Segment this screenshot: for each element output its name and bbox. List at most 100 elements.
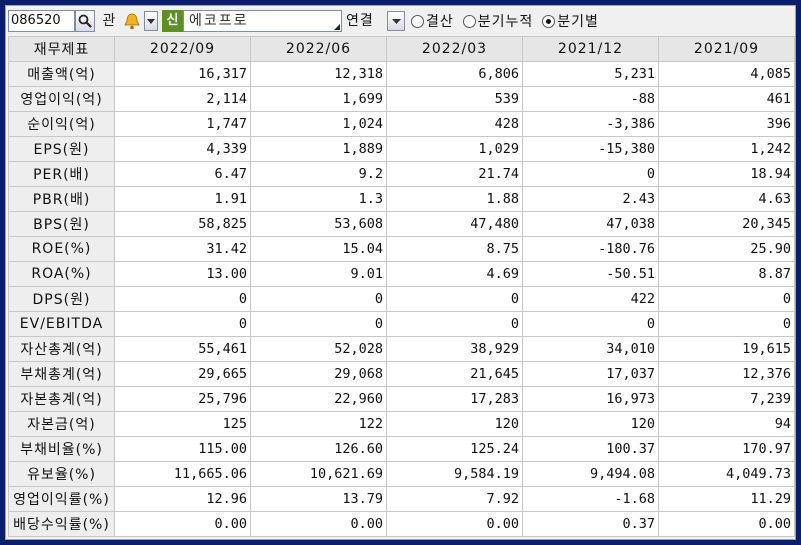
table-cell: 0.00 (250, 511, 387, 537)
table-cell: 0 (522, 161, 659, 187)
table-cell: 4.69 (386, 261, 523, 287)
row-label: DPS(원) (8, 286, 115, 312)
table-cell: 58,825 (114, 211, 251, 237)
row-label: 자본총계(억) (8, 386, 115, 412)
table-cell: 17,037 (522, 361, 659, 387)
table-cell: 0 (250, 286, 387, 312)
table-cell: 6.47 (114, 161, 251, 187)
financial-table: 재무제표 2022/09 2022/06 2022/03 2021/12 202… (8, 36, 795, 537)
consolidation-select[interactable]: 연결 (344, 10, 409, 32)
table-cell: 0.00 (658, 511, 795, 537)
column-header[interactable]: 2021/12 (522, 36, 659, 62)
column-header[interactable]: 2022/09 (114, 36, 251, 62)
table-cell: 9.01 (250, 261, 387, 287)
table-cell: -50.51 (522, 261, 659, 287)
table-row[interactable]: EPS(원) 4,339 1,889 1,029 -15,380 1,242 (8, 136, 795, 162)
table-cell: 1.3 (250, 186, 387, 212)
table-cell: 461 (658, 86, 795, 112)
resize-corner-icon (334, 24, 340, 30)
table-row[interactable]: BPS(원) 58,825 53,608 47,480 47,038 20,345 (8, 211, 795, 237)
table-row[interactable]: ROA(%) 13.00 9.01 4.69 -50.51 8.87 (8, 261, 795, 287)
table-header-row: 재무제표 2022/09 2022/06 2022/03 2021/12 202… (8, 36, 795, 62)
table-cell: 7,239 (658, 386, 795, 412)
table-cell: 10,621.69 (250, 461, 387, 487)
table-cell: 11.29 (658, 486, 795, 512)
table-cell: 1,889 (250, 136, 387, 162)
column-header[interactable]: 2021/09 (658, 36, 795, 62)
table-cell: 9,494.08 (522, 461, 659, 487)
table-row[interactable]: ROE(%) 31.42 15.04 8.75 -180.76 25.90 (8, 236, 795, 262)
radio-annual-label: 결산 (426, 14, 454, 30)
financial-summary-window: 086520 관 신 에코프로 연결 결산 분기누적 분기별 재무제표 2022… (5, 5, 796, 540)
table-row[interactable]: 순이익(억) 1,747 1,024 428 -3,386 396 (8, 111, 795, 137)
chevron-down-icon (391, 18, 401, 24)
table-cell: -15,380 (522, 136, 659, 162)
corner-header: 재무제표 (8, 36, 115, 62)
row-label: 순이익(억) (8, 111, 115, 137)
table-row[interactable]: 부채비율(%) 115.00 126.60 125.24 100.37 170.97 (8, 436, 795, 462)
table-row[interactable]: 부채총계(억) 29,665 29,068 21,645 17,037 12,376 (8, 361, 795, 387)
table-cell: 0 (386, 311, 523, 337)
row-label: 매출액(억) (8, 61, 115, 87)
table-cell: 125 (114, 411, 251, 437)
table-cell: 1,747 (114, 111, 251, 137)
row-label: EV/EBITDA (8, 311, 115, 337)
row-label: BPS(원) (8, 211, 115, 237)
row-label: 자산총계(억) (8, 336, 115, 362)
table-row[interactable]: 배당수익률(%) 0.00 0.00 0.00 0.37 0.00 (8, 511, 795, 537)
table-cell: 0 (114, 311, 251, 337)
table-cell: 34,010 (522, 336, 659, 362)
radio-quarterly[interactable]: 분기별 (542, 11, 599, 31)
table-cell: 16,317 (114, 61, 251, 87)
table-cell: 47,480 (386, 211, 523, 237)
table-cell: 1,024 (250, 111, 387, 137)
table-cell: 1,242 (658, 136, 795, 162)
column-header[interactable]: 2022/06 (250, 36, 387, 62)
table-cell: 8.87 (658, 261, 795, 287)
toolbar: 086520 관 신 에코프로 연결 결산 분기누적 분기별 (8, 8, 795, 35)
row-label: PBR(배) (8, 186, 115, 212)
table-cell: 53,608 (250, 211, 387, 237)
stock-code-input[interactable]: 086520 (8, 10, 75, 32)
column-header[interactable]: 2022/03 (386, 36, 523, 62)
table-row[interactable]: 영업이익(억) 2,114 1,699 539 -88 461 (8, 86, 795, 112)
table-cell: 12,318 (250, 61, 387, 87)
radio-annual[interactable]: 결산 (411, 11, 454, 31)
table-cell: 25.90 (658, 236, 795, 262)
table-row[interactable]: 자산총계(억) 55,461 52,028 38,929 34,010 19,615 (8, 336, 795, 362)
table-row[interactable]: EV/EBITDA 0 0 0 0 0 (8, 311, 795, 337)
table-cell: 29,665 (114, 361, 251, 387)
table-cell: 1.88 (386, 186, 523, 212)
row-label: 영업이익률(%) (8, 486, 115, 512)
table-cell: 125.24 (386, 436, 523, 462)
new-listing-badge: 신 (162, 10, 183, 32)
alert-dropdown-button[interactable] (144, 11, 158, 31)
table-cell: -88 (522, 86, 659, 112)
consolidation-dropdown-button[interactable] (387, 11, 405, 31)
alert-bell-button[interactable] (121, 11, 143, 31)
table-row[interactable]: PER(배) 6.47 9.2 21.74 0 18.94 (8, 161, 795, 187)
search-button[interactable] (75, 10, 95, 32)
table-row[interactable]: DPS(원) 0 0 0 422 0 (8, 286, 795, 312)
table-cell: -180.76 (522, 236, 659, 262)
radio-quarter-cumulative[interactable]: 분기누적 (462, 11, 534, 31)
table-cell: 120 (386, 411, 523, 437)
table-row[interactable]: 영업이익률(%) 12.96 13.79 7.92 -1.68 11.29 (8, 486, 795, 512)
table-row[interactable]: 자본금(억) 125 122 120 120 94 (8, 411, 795, 437)
table-cell: 122 (250, 411, 387, 437)
table-row[interactable]: 자본총계(억) 25,796 22,960 17,283 16,973 7,239 (8, 386, 795, 412)
company-name-text: 에코프로 (189, 13, 249, 29)
row-label: EPS(원) (8, 136, 115, 162)
table-row[interactable]: PBR(배) 1.91 1.3 1.88 2.43 4.63 (8, 186, 795, 212)
table-row[interactable]: 매출액(억) 16,317 12,318 6,806 5,231 4,085 (8, 61, 795, 87)
watchlist-tag[interactable]: 관 (99, 11, 119, 31)
table-cell: 4,339 (114, 136, 251, 162)
consolidation-value: 연결 (346, 13, 374, 29)
table-cell: 5,231 (522, 61, 659, 87)
row-label: ROA(%) (8, 261, 115, 287)
table-cell: 4,049.73 (658, 461, 795, 487)
table-cell: 15.04 (250, 236, 387, 262)
table-row[interactable]: 유보율(%) 11,665.06 10,621.69 9,584.19 9,494.08… (8, 461, 795, 487)
company-name-field[interactable]: 에코프로 (183, 10, 342, 32)
table-cell: 12,376 (658, 361, 795, 387)
